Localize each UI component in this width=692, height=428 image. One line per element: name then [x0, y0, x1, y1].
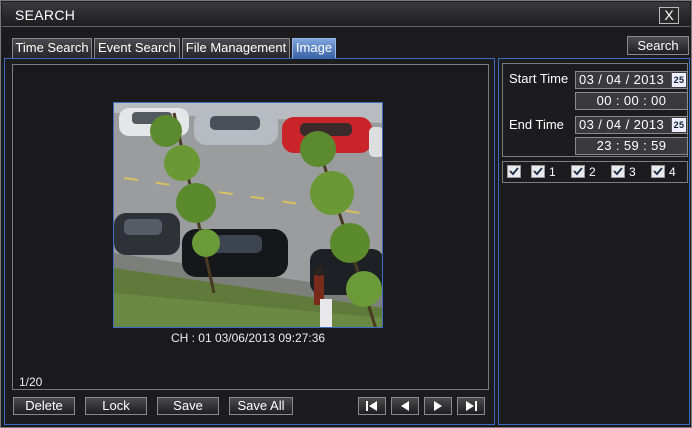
next-page-button[interactable] [424, 397, 452, 415]
checkmark-icon [613, 167, 623, 176]
image-preview-area: CH : 01 03/06/2013 09:27:36 1/20 [12, 64, 489, 390]
tab-image[interactable]: Image [292, 38, 336, 58]
tab-time-search[interactable]: Time Search [12, 38, 92, 58]
calendar-icon[interactable]: 25 [671, 73, 686, 87]
channel-1-label: 1 [549, 165, 556, 179]
start-date-field[interactable]: 03 / 04 / 2013 25 [575, 71, 688, 89]
checkmark-icon [573, 167, 583, 176]
channel-4-label: 4 [669, 165, 676, 179]
save-button[interactable]: Save [157, 397, 219, 415]
checkmark-icon [509, 167, 519, 176]
last-page-button[interactable] [457, 397, 485, 415]
channel-3-label: 3 [629, 165, 636, 179]
checkmark-icon [533, 167, 543, 176]
channel-all-checkbox[interactable] [507, 165, 521, 178]
previous-page-button[interactable] [391, 397, 419, 415]
page-counter: 1/20 [19, 375, 43, 389]
window-title: SEARCH [15, 7, 76, 23]
car-dark-left [114, 213, 180, 255]
last-page-icon [466, 401, 477, 411]
filter-panel: Start Time 03 / 04 / 2013 25 00 : 00 : 0… [498, 58, 690, 425]
start-time-field[interactable]: 00 : 00 : 00 [575, 92, 688, 110]
channel-4-checkbox[interactable] [651, 165, 665, 178]
title-bar: SEARCH X [2, 2, 690, 27]
tab-file-management[interactable]: File Management [182, 38, 290, 58]
save-all-button[interactable]: Save All [229, 397, 293, 415]
tab-event-search[interactable]: Event Search [94, 38, 180, 58]
lock-button[interactable]: Lock [85, 397, 147, 415]
image-results-panel: CH : 01 03/06/2013 09:27:36 1/20 Delete … [4, 58, 495, 425]
time-range-box: Start Time 03 / 04 / 2013 25 00 : 00 : 0… [502, 63, 688, 157]
first-page-icon [366, 401, 377, 411]
car-silver [194, 111, 278, 145]
search-button[interactable]: Search [627, 36, 689, 55]
end-time-label: End Time [509, 117, 564, 132]
end-date-field[interactable]: 03 / 04 / 2013 25 [575, 116, 688, 134]
first-page-button[interactable] [358, 397, 386, 415]
delete-button[interactable]: Delete [13, 397, 75, 415]
close-button[interactable]: X [659, 7, 679, 24]
search-window: SEARCH X Time Search Event Search File M… [0, 0, 692, 428]
next-icon [434, 401, 442, 411]
start-time-label: Start Time [509, 71, 569, 86]
parking-lot-snapshot [114, 103, 382, 327]
snapshot-image[interactable] [113, 102, 383, 328]
channel-2-label: 2 [589, 165, 596, 179]
channel-selector: 1 2 3 4 [502, 161, 688, 183]
start-date-value: 03 / 04 / 2013 [579, 72, 665, 87]
checkmark-icon [653, 167, 663, 176]
previous-icon [401, 401, 409, 411]
end-date-value: 03 / 04 / 2013 [579, 117, 665, 132]
channel-2-checkbox[interactable] [571, 165, 585, 178]
calendar-icon[interactable]: 25 [671, 118, 686, 132]
channel-3-checkbox[interactable] [611, 165, 625, 178]
snapshot-caption: CH : 01 03/06/2013 09:27:36 [170, 331, 326, 345]
channel-1-checkbox[interactable] [531, 165, 545, 178]
end-time-field[interactable]: 23 : 59 : 59 [575, 137, 688, 155]
